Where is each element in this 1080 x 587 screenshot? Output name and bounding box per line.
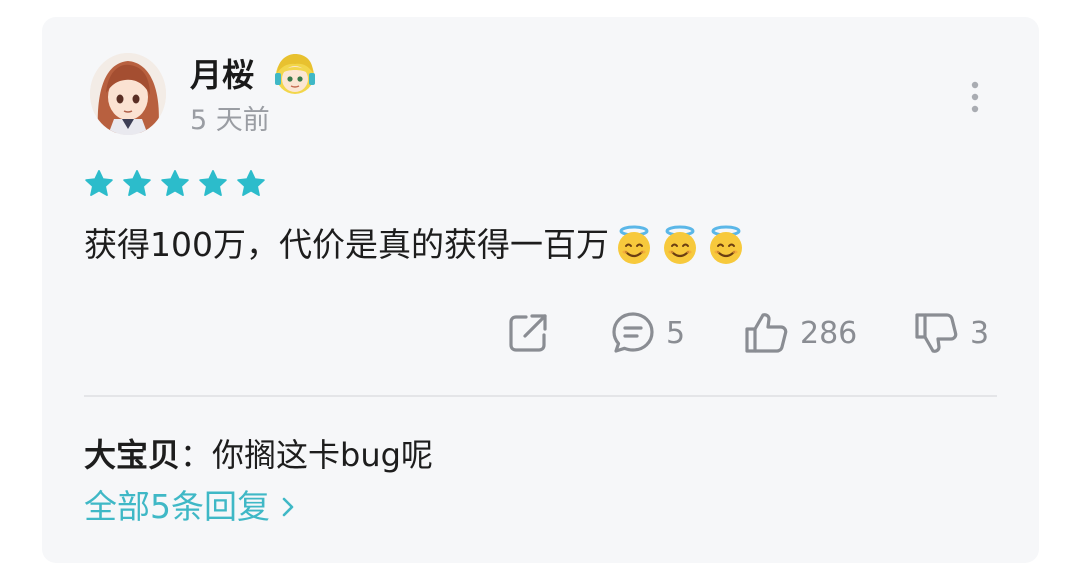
timestamp: 5 天前 (190, 105, 270, 136)
reply-separator: ： (180, 436, 213, 474)
reply-text: 你搁这卡bug呢 (212, 436, 433, 474)
like-button[interactable]: 286 (742, 305, 857, 361)
star-icon (237, 170, 265, 196)
share-icon (509, 314, 547, 352)
review-content: 获得100万，代价是真的获得一百万 (84, 223, 747, 267)
comment-count: 5 (666, 315, 686, 351)
star-icon (161, 170, 189, 196)
smiling-face-with-halo-icon (618, 225, 650, 264)
thumbs-down-icon (915, 313, 958, 353)
chevron-right-icon (282, 497, 294, 517)
review-text: 获得100万，代价是真的获得一百万 (84, 225, 609, 264)
reply-author[interactable]: 大宝贝 (84, 436, 180, 474)
thumbs-up-icon (745, 313, 788, 353)
star-icon (123, 170, 151, 196)
avatar[interactable] (90, 53, 166, 135)
like-count: 286 (800, 315, 858, 351)
star-icon (85, 170, 113, 196)
star-icon (199, 170, 227, 196)
comment-icon (612, 312, 654, 353)
dislike-count: 3 (970, 315, 990, 351)
reply-preview[interactable]: 大宝贝：你搁这卡bug呢 (84, 433, 433, 477)
smiling-face-with-halo-icon (664, 225, 696, 264)
view-all-replies-link[interactable]: 全部5条回复 (84, 485, 296, 529)
action-bar: 5 286 3 (42, 305, 1039, 361)
view-all-replies-label: 全部5条回复 (84, 487, 270, 526)
star-rating (84, 169, 266, 199)
smiling-face-with-halo-icon (710, 225, 742, 264)
avatar-image (90, 53, 166, 135)
user-badge-icon (275, 54, 315, 94)
more-options-icon[interactable] (960, 77, 990, 117)
comment-button[interactable]: 5 (608, 305, 685, 361)
username[interactable]: 月桜 (190, 55, 254, 95)
review-card: 月桜 5 天前 获得100万，代价是真的获得一百万 5 286 3 大宝贝：你搁… (42, 17, 1039, 563)
divider (84, 395, 997, 397)
dislike-button[interactable]: 3 (912, 305, 989, 361)
share-button[interactable] (504, 305, 552, 361)
